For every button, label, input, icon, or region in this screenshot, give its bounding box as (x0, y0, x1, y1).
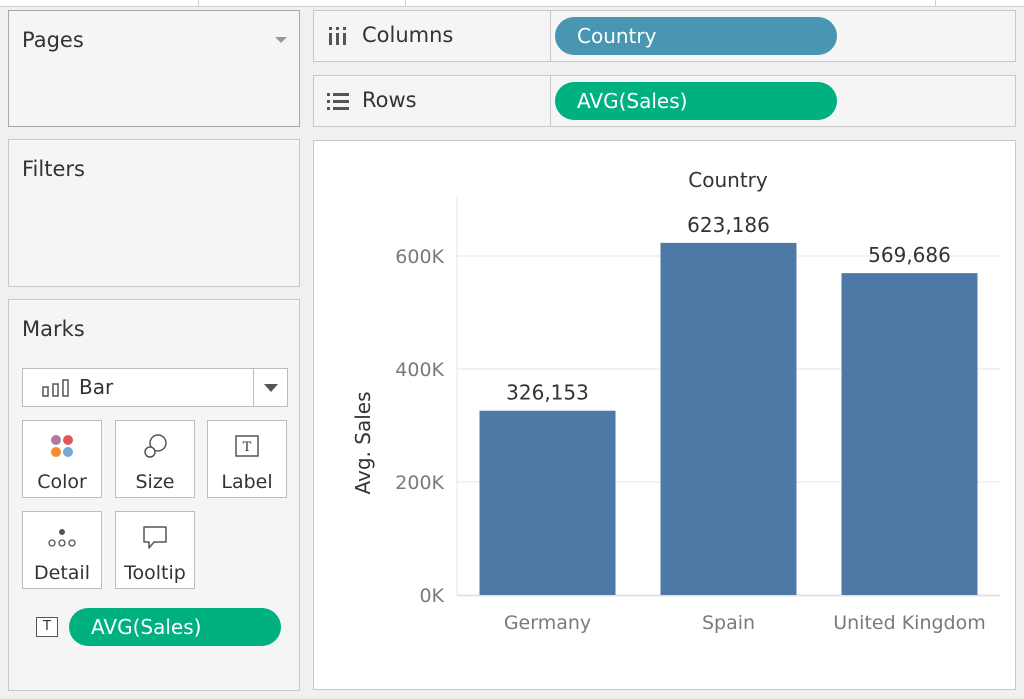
size-button-label: Size (135, 471, 175, 493)
x-tick-label: Germany (504, 612, 591, 634)
bar-chart-icon (42, 379, 69, 397)
bar-value-label: 326,153 (506, 381, 589, 405)
top-toolbar-strip (0, 0, 1024, 7)
x-tick-label: United Kingdom (833, 612, 986, 634)
y-tick-label: 600K (395, 246, 444, 268)
tooltip-speech-icon (143, 526, 167, 549)
filters-title: Filters (22, 157, 85, 181)
label-pill-avg-sales[interactable]: AVG(Sales) (69, 608, 281, 646)
size-circles-icon (144, 434, 167, 458)
tooltip-button[interactable]: Tooltip (115, 511, 195, 589)
mark-type-label: Bar (79, 375, 114, 399)
svg-text:T: T (243, 440, 252, 455)
filters-card[interactable]: Filters (8, 139, 300, 287)
chevron-down-icon[interactable] (275, 37, 287, 43)
rows-shelf-label: Rows (362, 88, 417, 112)
pages-card[interactable]: Pages (8, 10, 300, 127)
bar (660, 242, 797, 595)
tooltip-button-label: Tooltip (124, 562, 186, 584)
chevron-down-icon (264, 384, 278, 392)
visualization-area: Country Avg. Sales 0K 200K 400K 600K 326,153 Ge… (313, 140, 1016, 690)
color-dots-icon (51, 435, 73, 457)
rows-icon (327, 93, 349, 110)
y-tick-label: 400K (395, 359, 444, 381)
detail-dots-icon (48, 529, 76, 547)
marks-card: Marks Bar Color Size T Label Detail Tool… (8, 299, 300, 691)
y-tick-label: 200K (395, 472, 444, 494)
label-button-label: Label (221, 471, 273, 493)
color-button-label: Color (37, 471, 87, 493)
text-label-icon: T (36, 617, 58, 637)
marks-label-field[interactable]: T AVG(Sales) (22, 608, 288, 646)
columns-shelf: Columns Country (313, 10, 1016, 62)
columns-shelf-label: Columns (362, 23, 454, 47)
text-label-icon: T (235, 435, 259, 457)
columns-icon (329, 27, 346, 45)
color-button[interactable]: Color (22, 420, 102, 498)
label-button[interactable]: T Label (207, 420, 287, 498)
rows-pill-avg-sales[interactable]: AVG(Sales) (555, 82, 837, 120)
bar (841, 273, 978, 595)
columns-pill-country[interactable]: Country (555, 17, 837, 55)
bar (479, 410, 616, 595)
detail-button-label: Detail (34, 562, 90, 584)
mark-type-dropdown-button[interactable] (253, 369, 287, 406)
bar-value-label: 623,186 (687, 213, 770, 237)
bar-chart: Country Avg. Sales 0K 200K 400K 600K 326,153 Ge… (351, 168, 1000, 634)
shelf-divider (550, 11, 551, 61)
detail-button[interactable]: Detail (22, 511, 102, 589)
rows-shelf: Rows AVG(Sales) (313, 75, 1016, 127)
marks-title: Marks (22, 317, 85, 341)
mark-type-dropdown[interactable]: Bar (22, 368, 288, 407)
bar-value-label: 569,686 (868, 243, 951, 267)
shelf-divider (550, 76, 551, 126)
x-tick-label: Spain (702, 612, 755, 634)
size-button[interactable]: Size (115, 420, 195, 498)
y-axis-title: Avg. Sales (351, 392, 375, 495)
pages-title: Pages (22, 28, 84, 52)
chart-title: Country (688, 168, 768, 192)
y-tick-label: 0K (419, 585, 444, 607)
